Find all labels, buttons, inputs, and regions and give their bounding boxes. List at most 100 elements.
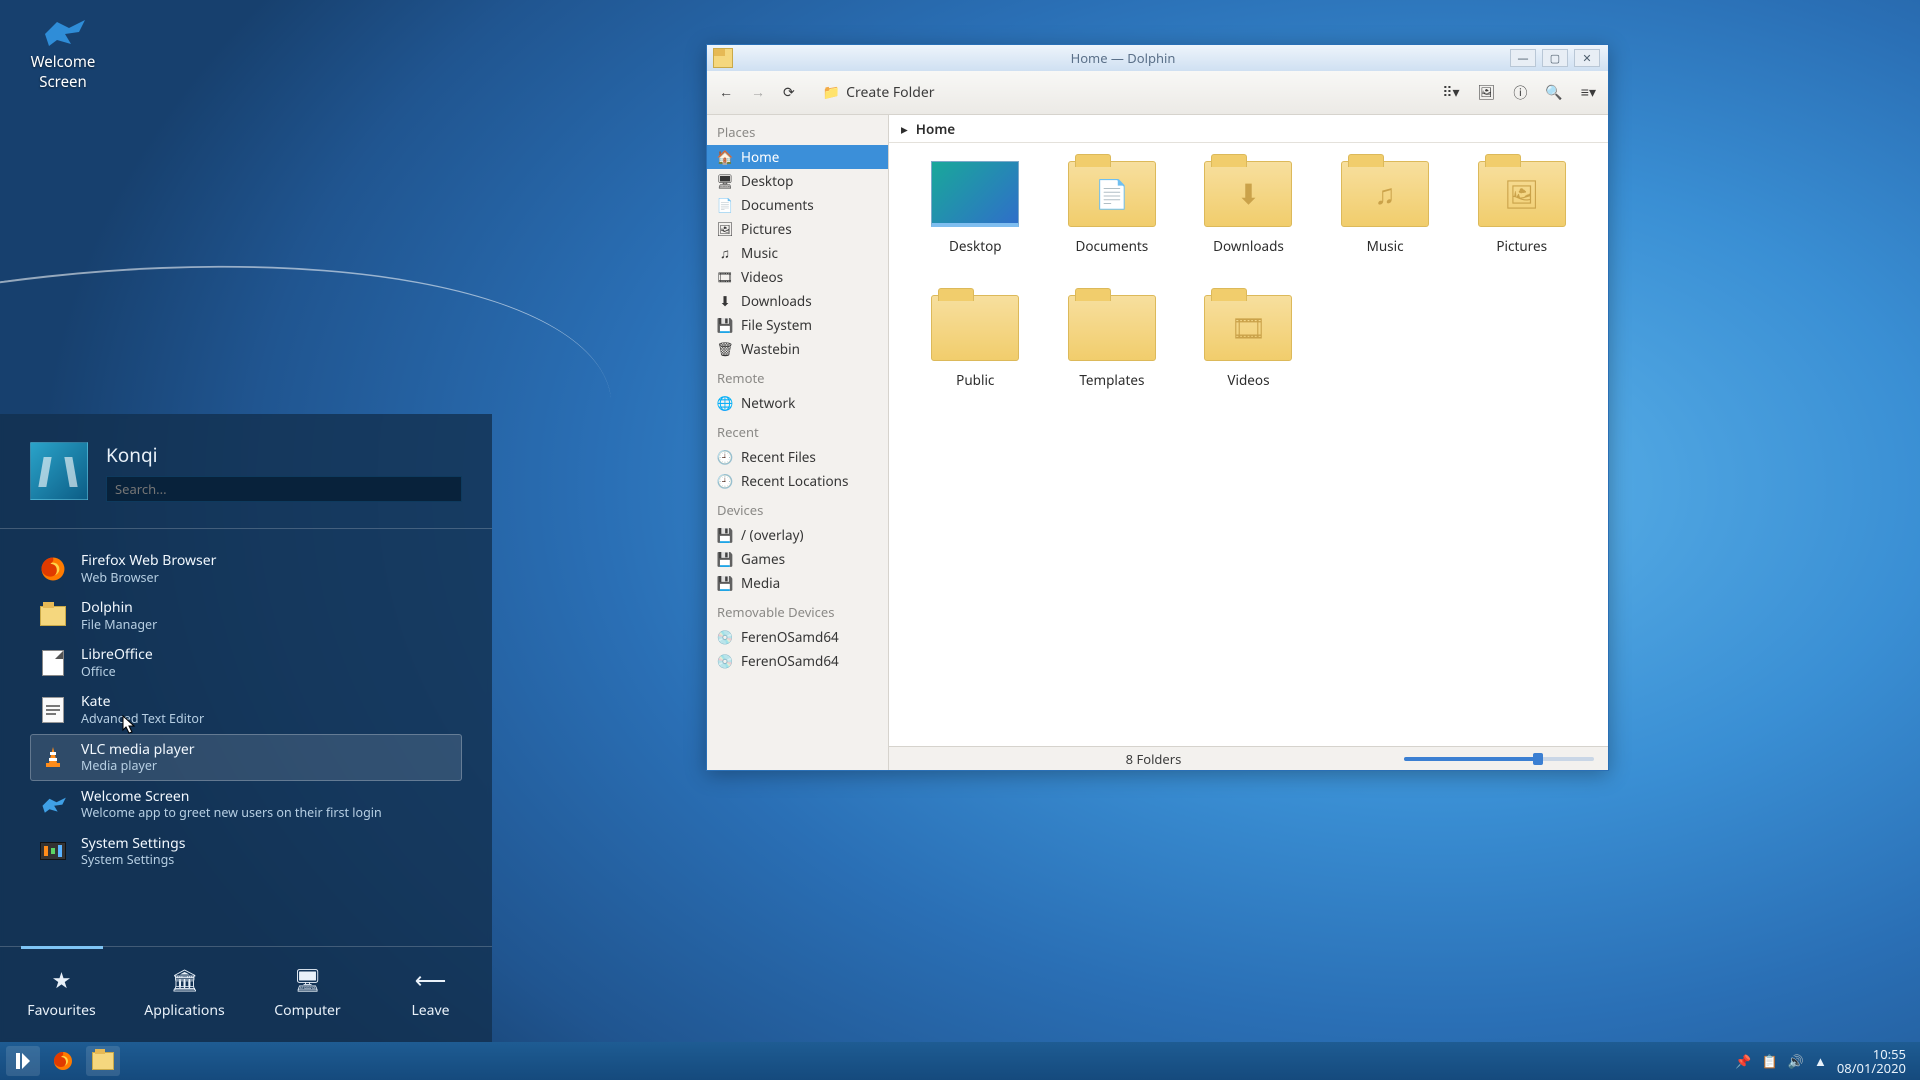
start-item-title: Firefox Web Browser — [81, 552, 216, 570]
sidebar-item--overlay-[interactable]: 💾 / (overlay) — [707, 523, 888, 547]
folder-templates[interactable]: Templates — [1046, 295, 1179, 425]
sidebar-item-pictures[interactable]: 🖼Pictures — [707, 217, 888, 241]
start-button[interactable] — [6, 1046, 40, 1076]
start-item-folder[interactable]: Dolphin File Manager — [30, 592, 462, 639]
sidebar-label: Recent Locations — [741, 472, 848, 490]
sidebar-item-desktop[interactable]: 🖥Desktop — [707, 169, 888, 193]
sidebar-item-home[interactable]: 🏠Home — [707, 145, 888, 169]
status-text: 8 Folders — [903, 750, 1404, 768]
star-icon: ★ — [3, 965, 121, 995]
sidebar-label: / (overlay) — [741, 526, 804, 544]
start-item-desc: Web Browser — [81, 570, 216, 586]
sidebar-icon: 🕘 — [717, 449, 733, 465]
sidebar-item-games[interactable]: 💾 Games — [707, 547, 888, 571]
create-folder-label: Create Folder — [846, 83, 934, 102]
start-tab-applications[interactable]: 🏛Applications — [126, 965, 244, 1020]
new-folder-icon: 📁 — [823, 83, 840, 102]
sidebar-icon: 🎞 — [717, 269, 733, 285]
sidebar-item-network[interactable]: 🌐Network — [707, 391, 888, 415]
sidebar-item-music[interactable]: ♫Music — [707, 241, 888, 265]
start-item-title: Welcome Screen — [81, 788, 382, 806]
taskbar-clock[interactable]: 10:55 08/01/2020 — [1837, 1047, 1906, 1076]
sidebar-item-media[interactable]: 💾Media — [707, 571, 888, 595]
folder-icon: 📄 — [1068, 161, 1156, 227]
sidebar-item-ferenosamd64[interactable]: 💿FerenOSamd64 — [707, 649, 888, 673]
chevron-right-icon: ▸ — [901, 120, 908, 138]
folder-downloads[interactable]: ⬇Downloads — [1182, 161, 1315, 291]
taskbar-dolphin[interactable] — [86, 1046, 120, 1076]
sidebar-icon: 💾 — [717, 551, 733, 567]
start-item-desc: File Manager — [81, 617, 157, 633]
window-minimize-button[interactable]: — — [1510, 49, 1536, 67]
tray-updates-icon[interactable]: ▲ — [1814, 1052, 1827, 1070]
window-close-button[interactable]: ✕ — [1574, 49, 1600, 67]
folder-documents[interactable]: 📄 Documents — [1046, 161, 1179, 291]
start-item-desc: System Settings — [81, 852, 185, 868]
window-maximize-button[interactable]: ▢ — [1542, 49, 1568, 67]
tray-clipboard-icon[interactable]: 📋 — [1762, 1052, 1778, 1070]
desktop-icon-welcome[interactable]: Welcome Screen — [18, 14, 108, 92]
folder-icon: ♫ — [1341, 161, 1429, 227]
hamburger-menu-button[interactable]: ≡▾ — [1581, 83, 1596, 102]
folder-label: Public — [909, 371, 1042, 389]
tray-pin-icon[interactable]: 📌 — [1735, 1052, 1751, 1070]
sidebar-item-ferenosamd64[interactable]: 💿FerenOSamd64 — [707, 625, 888, 649]
sidebar-icon: 📄 — [717, 197, 733, 213]
user-avatar[interactable] — [30, 442, 88, 500]
start-item-vlc[interactable]: VLC media player Media player — [30, 734, 462, 781]
desktop-thumb-icon — [931, 161, 1019, 227]
sidebar-item-documents[interactable]: 📄Documents — [707, 193, 888, 217]
folder-videos[interactable]: 🎞Videos — [1182, 295, 1315, 425]
start-item-kate[interactable]: Kate Advanced Text Editor — [30, 686, 462, 733]
sidebar-label: Videos — [741, 268, 783, 286]
folder-pictures[interactable]: 🖼Pictures — [1455, 161, 1588, 291]
preview-button[interactable]: 🖼 — [1478, 83, 1496, 102]
start-item-bird[interactable]: Welcome Screen Welcome app to greet new … — [30, 781, 462, 828]
sidebar-item-videos[interactable]: 🎞 Videos — [707, 265, 888, 289]
firefox-icon — [52, 1050, 74, 1072]
sidebar-icon: 💾 — [717, 527, 733, 543]
nav-forward-button[interactable]: → — [751, 83, 765, 102]
info-button[interactable]: ⓘ — [1513, 83, 1527, 103]
zoom-slider[interactable] — [1404, 757, 1594, 761]
sidebar-item-downloads[interactable]: ⬇Downloads — [707, 289, 888, 313]
start-item-title: System Settings — [81, 835, 185, 853]
breadcrumb[interactable]: ▸ Home — [889, 115, 1608, 143]
start-search-input[interactable] — [106, 476, 462, 502]
sidebar-header-devices: Devices — [707, 493, 888, 523]
window-titlebar[interactable]: Home — Dolphin — ▢ ✕ — [707, 45, 1608, 71]
vlc-icon — [39, 743, 67, 771]
sidebar-icon: 💾 — [717, 317, 733, 333]
folder-desktop[interactable]: Desktop — [909, 161, 1042, 291]
folder-public[interactable]: Public — [909, 295, 1042, 425]
folder-label: Templates — [1046, 371, 1179, 389]
sidebar-item-wastebin[interactable]: 🗑Wastebin — [707, 337, 888, 361]
sidebar-label: File System — [741, 316, 812, 334]
start-tab-favourites[interactable]: ★Favourites — [3, 965, 121, 1020]
user-name: Konqi — [106, 442, 462, 468]
start-tab-leave[interactable]: ⟵Leave — [372, 965, 490, 1020]
start-item-title: VLC media player — [81, 741, 195, 759]
start-tab-computer[interactable]: 🖥Computer — [249, 965, 367, 1020]
create-folder-button[interactable]: 📁 Create Folder — [823, 83, 935, 102]
sidebar-item-file-system[interactable]: 💾 File System — [707, 313, 888, 337]
breadcrumb-home[interactable]: Home — [916, 120, 955, 138]
sidebar-item-recent-locations[interactable]: 🕘Recent Locations — [707, 469, 888, 493]
folder-label: Videos — [1182, 371, 1315, 389]
view-mode-button[interactable]: ⠿▾ — [1442, 83, 1459, 102]
tray-volume-icon[interactable]: 🔊 — [1788, 1052, 1804, 1070]
sidebar-label: Games — [741, 550, 785, 568]
search-button[interactable]: 🔍 — [1545, 83, 1562, 102]
folder-label: Documents — [1046, 237, 1179, 255]
folder-music[interactable]: ♫Music — [1319, 161, 1452, 291]
start-item-libreoffice[interactable]: LibreOffice Office — [30, 639, 462, 686]
nav-reload-button[interactable]: ⟳ — [783, 83, 795, 102]
folder-icon — [713, 48, 733, 68]
sidebar-label: Desktop — [741, 172, 794, 190]
sidebar-item-recent-files[interactable]: 🕘Recent Files — [707, 445, 888, 469]
start-item-settings[interactable]: System Settings System Settings — [30, 828, 462, 875]
start-item-firefox[interactable]: Firefox Web Browser Web Browser — [30, 545, 462, 592]
clock-date: 08/01/2020 — [1837, 1061, 1906, 1075]
taskbar-firefox[interactable] — [46, 1046, 80, 1076]
nav-back-button[interactable]: ← — [719, 83, 733, 102]
